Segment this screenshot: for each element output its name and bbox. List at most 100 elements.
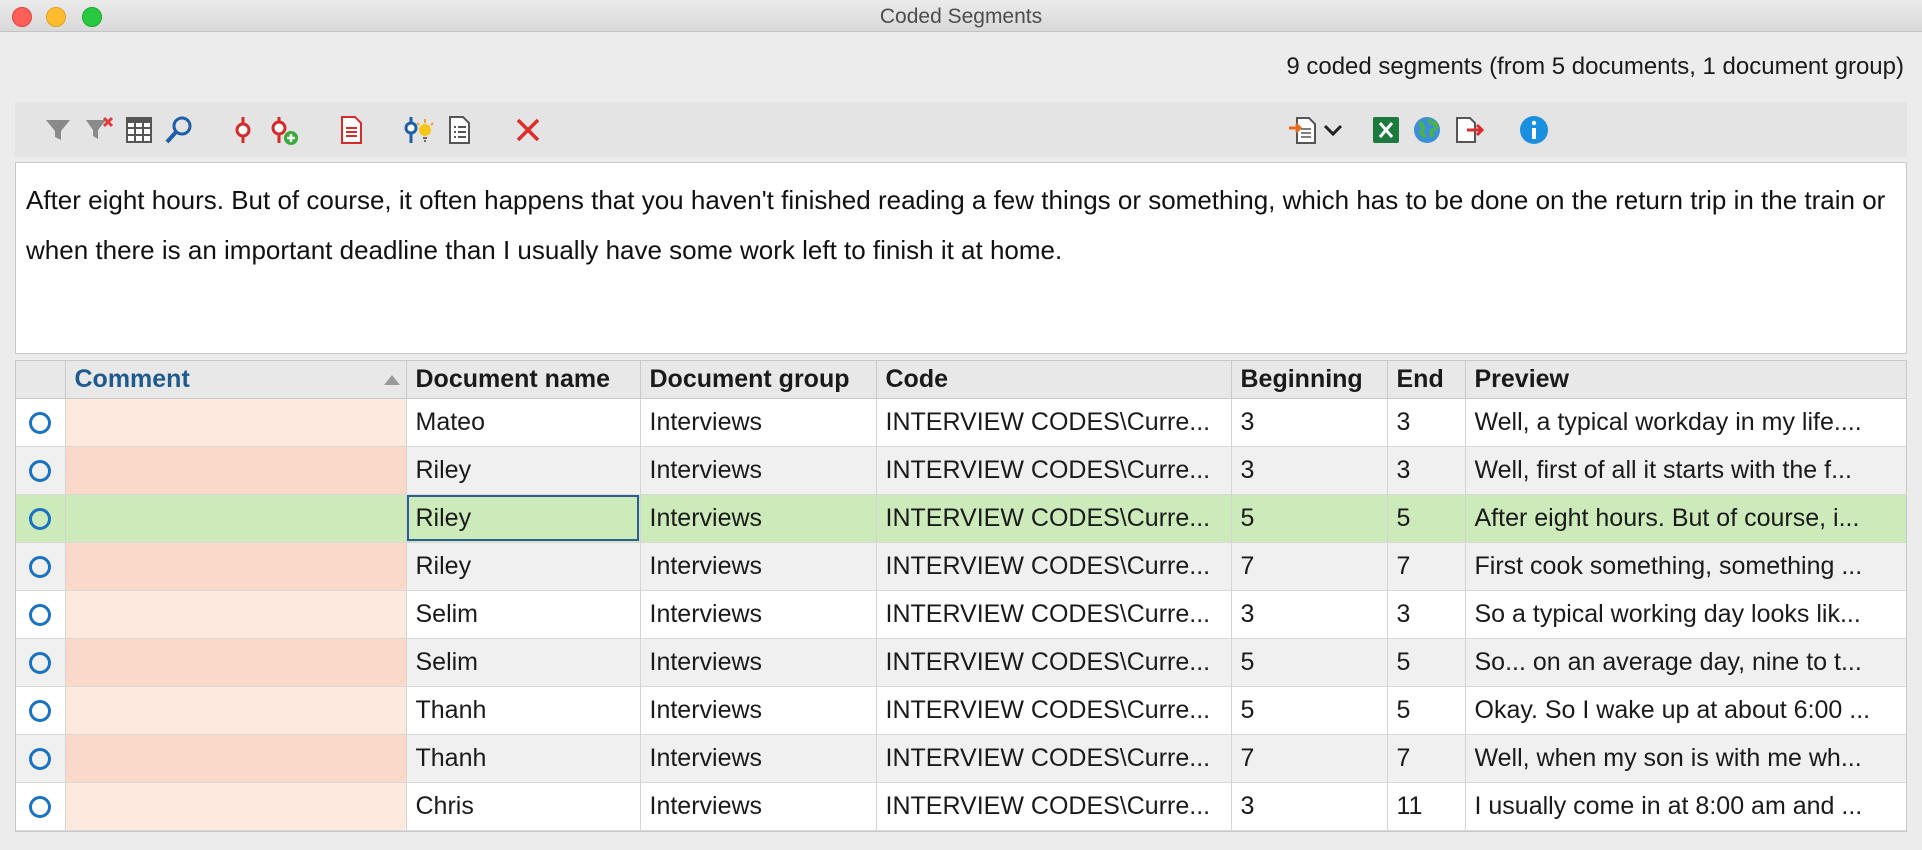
- end-cell[interactable]: 5: [1387, 494, 1466, 543]
- end-cell[interactable]: 11: [1387, 782, 1466, 831]
- code-cell[interactable]: INTERVIEW CODES\Curre...: [876, 734, 1232, 783]
- preview-cell[interactable]: I usually come in at 8:00 am and ...: [1465, 782, 1906, 831]
- preview-cell[interactable]: Well, a typical workday in my life....: [1465, 398, 1906, 447]
- beginning-cell[interactable]: 5: [1231, 638, 1388, 687]
- document-name-cell[interactable]: Selim: [406, 638, 641, 687]
- end-cell[interactable]: 3: [1387, 398, 1466, 447]
- end-cell[interactable]: 5: [1387, 686, 1466, 735]
- end-cell[interactable]: 3: [1387, 446, 1466, 495]
- preview-cell[interactable]: So... on an average day, nine to t...: [1465, 638, 1906, 687]
- code-cell[interactable]: INTERVIEW CODES\Curre...: [876, 590, 1232, 639]
- document-name-cell[interactable]: Thanh: [406, 734, 641, 783]
- column-header-comment[interactable]: Comment: [65, 361, 407, 399]
- document-group-cell[interactable]: Interviews: [640, 590, 877, 639]
- columns-icon[interactable]: [123, 114, 155, 146]
- document-name-cell[interactable]: Selim: [406, 590, 641, 639]
- comment-cell[interactable]: [65, 590, 407, 639]
- end-cell[interactable]: 5: [1387, 638, 1466, 687]
- table-row[interactable]: Mateo Interviews INTERVIEW CODES\Curre... 3…: [16, 398, 1906, 447]
- document-name-cell[interactable]: Riley: [406, 446, 641, 495]
- segment-icon-cell[interactable]: [16, 638, 66, 687]
- table-row[interactable]: Selim Interviews INTERVIEW CODES\Curre... 5…: [16, 638, 1906, 687]
- preview-cell[interactable]: First cook something, something ...: [1465, 542, 1906, 591]
- preview-cell[interactable]: After eight hours. But of course, i...: [1465, 494, 1906, 543]
- activate-code-icon[interactable]: [227, 114, 259, 146]
- end-cell[interactable]: 7: [1387, 542, 1466, 591]
- beginning-cell[interactable]: 5: [1231, 686, 1388, 735]
- document-group-cell[interactable]: Interviews: [640, 686, 877, 735]
- document-group-cell[interactable]: Interviews: [640, 398, 877, 447]
- document-group-cell[interactable]: Interviews: [640, 542, 877, 591]
- segment-preview-text[interactable]: After eight hours. But of course, it oft…: [15, 162, 1907, 354]
- add-code-icon[interactable]: [267, 114, 299, 146]
- code-cell[interactable]: INTERVIEW CODES\Curre...: [876, 686, 1232, 735]
- code-cell[interactable]: INTERVIEW CODES\Curre...: [876, 782, 1232, 831]
- document-group-cell[interactable]: Interviews: [640, 782, 877, 831]
- column-header-preview[interactable]: Preview: [1465, 361, 1906, 399]
- beginning-cell[interactable]: 5: [1231, 494, 1388, 543]
- preview-cell[interactable]: So a typical working day looks lik...: [1465, 590, 1906, 639]
- preview-cell[interactable]: Well, when my son is with me wh...: [1465, 734, 1906, 783]
- beginning-cell[interactable]: 3: [1231, 590, 1388, 639]
- document-name-cell[interactable]: Riley: [406, 494, 641, 543]
- title-bar[interactable]: Coded Segments: [0, 0, 1922, 32]
- preview-cell[interactable]: Well, first of all it starts with the f.…: [1465, 446, 1906, 495]
- code-cell[interactable]: INTERVIEW CODES\Curre...: [876, 446, 1232, 495]
- comment-cell[interactable]: [65, 686, 407, 735]
- segment-icon-cell[interactable]: [16, 398, 66, 447]
- document-group-cell[interactable]: Interviews: [640, 638, 877, 687]
- column-header-icon[interactable]: [16, 361, 66, 399]
- segment-icon-cell[interactable]: [16, 782, 66, 831]
- table-row[interactable]: Riley Interviews INTERVIEW CODES\Curre... 5…: [16, 494, 1906, 543]
- beginning-cell[interactable]: 3: [1231, 782, 1388, 831]
- code-cell[interactable]: INTERVIEW CODES\Curre...: [876, 398, 1232, 447]
- code-cell[interactable]: INTERVIEW CODES\Curre...: [876, 638, 1232, 687]
- segment-icon-cell[interactable]: [16, 542, 66, 591]
- column-header-beginning[interactable]: Beginning: [1231, 361, 1388, 399]
- comment-cell[interactable]: [65, 782, 407, 831]
- document-group-cell[interactable]: Interviews: [640, 734, 877, 783]
- clear-filter-icon[interactable]: [83, 114, 115, 146]
- comment-cell[interactable]: [65, 734, 407, 783]
- import-icon[interactable]: [1287, 114, 1319, 146]
- document-name-cell[interactable]: Mateo: [406, 398, 641, 447]
- list-document-icon[interactable]: [443, 114, 475, 146]
- info-icon[interactable]: [1518, 114, 1550, 146]
- table-row[interactable]: Riley Interviews INTERVIEW CODES\Curre... 3…: [16, 446, 1906, 495]
- column-header-end[interactable]: End: [1387, 361, 1466, 399]
- document-group-cell[interactable]: Interviews: [640, 446, 877, 495]
- beginning-cell[interactable]: 3: [1231, 446, 1388, 495]
- end-cell[interactable]: 7: [1387, 734, 1466, 783]
- end-cell[interactable]: 3: [1387, 590, 1466, 639]
- column-header-document-name[interactable]: Document name: [406, 361, 641, 399]
- document-name-cell[interactable]: Chris: [406, 782, 641, 831]
- segment-icon-cell[interactable]: [16, 446, 66, 495]
- table-row[interactable]: Selim Interviews INTERVIEW CODES\Curre... 3…: [16, 590, 1906, 639]
- preview-cell[interactable]: Okay. So I wake up at about 6:00 ...: [1465, 686, 1906, 735]
- table-row[interactable]: Thanh Interviews INTERVIEW CODES\Curre... 7…: [16, 734, 1906, 783]
- smart-coding-icon[interactable]: [403, 114, 435, 146]
- segment-icon-cell[interactable]: [16, 494, 66, 543]
- segment-icon-cell[interactable]: [16, 686, 66, 735]
- delete-icon[interactable]: [512, 114, 544, 146]
- table-row[interactable]: Riley Interviews INTERVIEW CODES\Curre... 7…: [16, 542, 1906, 591]
- column-header-document-group[interactable]: Document group: [640, 361, 877, 399]
- comment-cell[interactable]: [65, 638, 407, 687]
- search-icon[interactable]: [163, 114, 195, 146]
- segment-icon-cell[interactable]: [16, 590, 66, 639]
- code-cell[interactable]: INTERVIEW CODES\Curre...: [876, 494, 1232, 543]
- excel-export-icon[interactable]: [1370, 114, 1402, 146]
- document-name-cell[interactable]: Riley: [406, 542, 641, 591]
- document-icon[interactable]: [335, 114, 367, 146]
- table-row[interactable]: Thanh Interviews INTERVIEW CODES\Curre... 5…: [16, 686, 1906, 735]
- web-export-icon[interactable]: [1411, 114, 1443, 146]
- beginning-cell[interactable]: 7: [1231, 542, 1388, 591]
- beginning-cell[interactable]: 3: [1231, 398, 1388, 447]
- comment-cell[interactable]: [65, 542, 407, 591]
- comment-cell[interactable]: [65, 494, 407, 543]
- beginning-cell[interactable]: 7: [1231, 734, 1388, 783]
- segment-icon-cell[interactable]: [16, 734, 66, 783]
- comment-cell[interactable]: [65, 398, 407, 447]
- filter-icon[interactable]: [42, 114, 74, 146]
- export-icon[interactable]: [1453, 114, 1485, 146]
